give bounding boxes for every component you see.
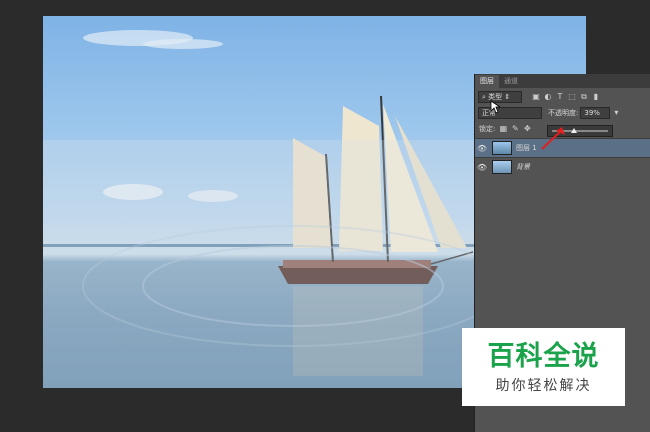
layer-thumbnail bbox=[492, 160, 512, 174]
layer-thumbnail bbox=[492, 141, 512, 155]
blend-row: 正常 不透明度: 39% ▾ bbox=[475, 107, 650, 119]
panel-tabs: 图层 通道 bbox=[475, 74, 650, 88]
lock-position-icon[interactable]: ✥ bbox=[523, 125, 531, 133]
layer-row-background[interactable]: 👁 背景 bbox=[475, 157, 650, 176]
eye-icon[interactable]: 👁 bbox=[475, 163, 489, 172]
mouse-cursor-icon bbox=[490, 100, 500, 114]
blend-mode-dropdown[interactable]: 正常 bbox=[478, 107, 542, 119]
pixel-filter-icon[interactable]: ▣ bbox=[532, 93, 540, 101]
lock-label: 锁定: bbox=[479, 125, 496, 133]
watermark-title: 百科全说 bbox=[487, 341, 600, 372]
filter-toggle-icon[interactable]: ▮ bbox=[592, 93, 600, 101]
smart-object-filter-icon[interactable]: ⧉ bbox=[580, 93, 588, 101]
watermark-subtitle: 助你轻松解决 bbox=[495, 378, 592, 394]
tab-layers[interactable]: 图层 bbox=[475, 75, 499, 88]
layer-name[interactable]: 背景 bbox=[516, 162, 530, 172]
watermark-logo: 百科全说 助你轻松解决 bbox=[462, 328, 625, 406]
opacity-field[interactable]: 39% bbox=[580, 107, 611, 119]
opacity-dropdown-icon[interactable]: ▾ bbox=[612, 109, 620, 117]
chevron-down-icon: ⇕ bbox=[504, 93, 511, 101]
filter-dropdown[interactable]: ⌕ 类型 ⇕ bbox=[478, 91, 522, 103]
opacity-slider-knob[interactable] bbox=[570, 128, 577, 133]
opacity-label: 不透明度: bbox=[548, 109, 579, 117]
lock-transparent-icon[interactable]: ▦ bbox=[499, 125, 508, 133]
lock-paint-icon[interactable]: ✎ bbox=[511, 125, 519, 133]
adjustment-filter-icon[interactable]: ◐ bbox=[544, 93, 552, 101]
filter-row: ⌕ 类型 ⇕ ▣ ◐ T ⬚ ⧉ ▮ bbox=[475, 91, 650, 103]
type-filter-icon[interactable]: T bbox=[556, 93, 564, 101]
opacity-value: 39% bbox=[584, 109, 600, 117]
tab-channels[interactable]: 通道 bbox=[499, 75, 523, 88]
search-icon: ⌕ bbox=[482, 93, 486, 101]
layer-name[interactable]: 图层 1 bbox=[516, 143, 537, 153]
red-arrow-icon bbox=[541, 127, 565, 150]
shape-filter-icon[interactable]: ⬚ bbox=[568, 93, 576, 101]
eye-icon[interactable]: 👁 bbox=[475, 144, 489, 153]
